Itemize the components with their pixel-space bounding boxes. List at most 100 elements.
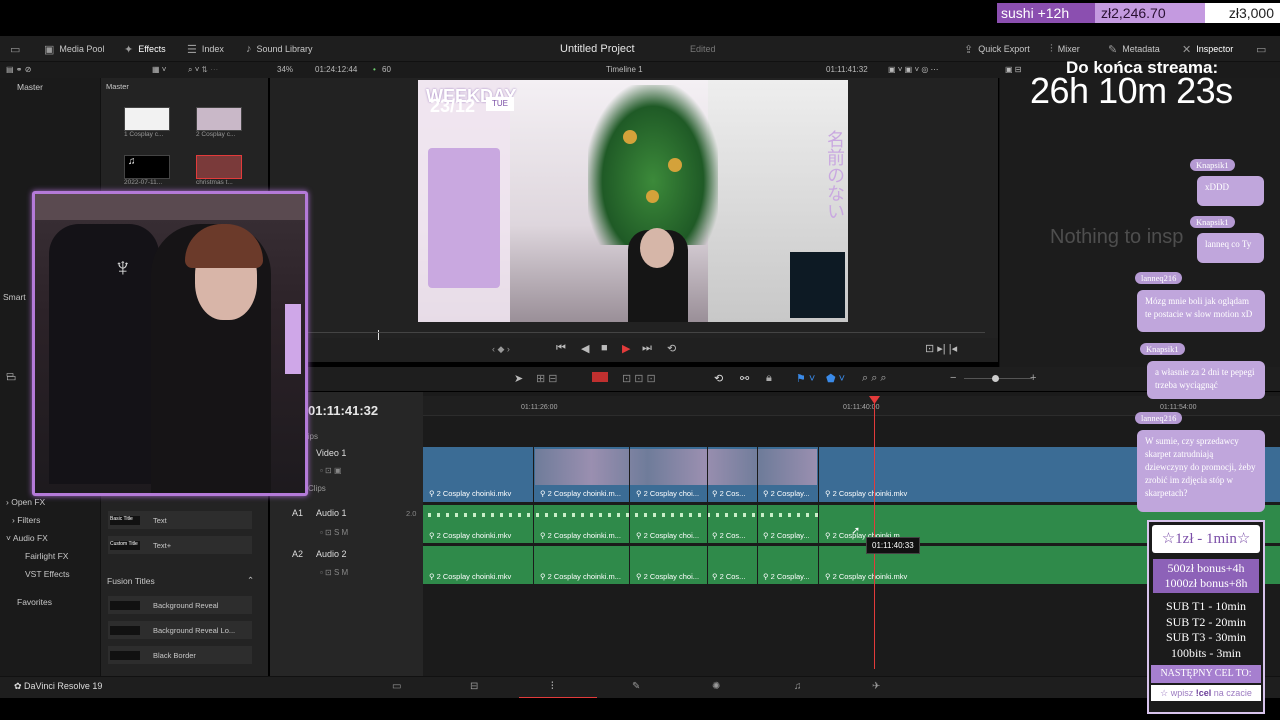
track-controls-icon[interactable]: ▫ ⊡ ▣	[320, 466, 342, 475]
smart-bins-label[interactable]: Smart	[3, 292, 26, 302]
media-thumb[interactable]: 2 Cosplay c...	[196, 107, 242, 138]
fairlight-page-icon[interactable]: ♫	[794, 681, 802, 692]
cut-page-icon[interactable]: ⊟	[470, 681, 478, 692]
layout-icon[interactable]: ▤ ⚭ ⊘	[6, 62, 31, 78]
master-label[interactable]: Master	[17, 82, 43, 92]
chat-username: lanneq216	[1135, 272, 1183, 284]
clip-thumbnails	[535, 449, 817, 485]
audio-clip[interactable]: ⚲ 2 Cosplay...	[763, 572, 810, 581]
audio-clip[interactable]: ⚲ 2 Cosplay choi...	[636, 531, 699, 540]
fusion-page-icon[interactable]: ✎	[632, 681, 640, 692]
media-thumb-audio[interactable]: ♫ 2022-07-11...	[124, 155, 170, 186]
zoom-fit-icon[interactable]: ⌕ ⌕ ⌕	[862, 372, 887, 385]
video-clip[interactable]: ⚲ 2 Cosplay choinki.mkv	[825, 489, 907, 498]
index-button[interactable]: ☰ Index	[187, 36, 224, 62]
lock-icon[interactable]: 🔒︎	[766, 372, 772, 385]
viewer-options-icon[interactable]: ▣ ˅ ▣ ˅ ◎ ⋯	[888, 62, 939, 78]
fusion-titles-header[interactable]: Fusion Titles	[107, 576, 155, 586]
zoom-slider-handle[interactable]	[992, 375, 999, 382]
frame-rate: 60	[382, 65, 391, 74]
audio-clip[interactable]: ⚲ 2 Cos...	[712, 572, 745, 581]
clip-divider	[818, 505, 819, 543]
vst-effects-item[interactable]: VST Effects	[25, 569, 70, 579]
open-fx-item[interactable]: › Open FX	[6, 497, 45, 507]
media-page-icon[interactable]: ▭	[392, 681, 401, 692]
jog-icon[interactable]: ‹ ◆ ›	[492, 344, 510, 355]
expand-icon[interactable]: ▭	[1256, 36, 1266, 62]
color-page-icon[interactable]: ✺	[712, 681, 720, 692]
audio-clip[interactable]: ⚲ 2 Cosplay choinki.mkv	[429, 572, 511, 581]
match-frame-icon[interactable]: ⊡ ▸| |◂	[925, 342, 957, 355]
fusion-title-item[interactable]: Background Reveal Lo...	[108, 621, 252, 639]
deliver-page-icon[interactable]: ✈	[872, 681, 880, 692]
play-reverse-icon[interactable]: ◀	[581, 342, 589, 355]
basic-title-item[interactable]: Basic Title Text	[108, 511, 252, 529]
grid-view-icon[interactable]: ▦ ˅	[152, 62, 166, 78]
fusion-title-item[interactable]: Background Reveal	[108, 596, 252, 614]
trim-tool-icon[interactable]: ⊞ ⊟	[536, 372, 558, 385]
audio-clip[interactable]: ⚲ 2 Cosplay choinki.m...	[540, 572, 621, 581]
audio-clip[interactable]: ⚲ 2 Cosplay choinki.m...	[540, 531, 621, 540]
loop-icon[interactable]: ⟲	[667, 342, 676, 355]
link-icon[interactable]: ⚯	[740, 372, 749, 385]
clip-divider	[629, 505, 630, 543]
scrubber-bar[interactable]	[270, 332, 985, 333]
selection-tool-icon[interactable]: ➤	[514, 372, 523, 385]
date-text: 23/12	[430, 96, 476, 116]
search-icon[interactable]: ⌕ ˅ ⇅ ⋯	[188, 62, 218, 78]
timeline-name[interactable]: Timeline 1	[606, 62, 643, 78]
sub-tier-line: SUB T2 - 20min	[1165, 614, 1247, 629]
sound-library-button[interactable]: ♪ Sound Library	[246, 36, 313, 62]
flag-icon[interactable]: ⚑ ˅	[796, 372, 815, 385]
quick-export-button[interactable]: ⇪ Quick Export	[964, 36, 1030, 62]
marker-icon[interactable]: ⬟ ˅	[826, 372, 845, 385]
inspector-toggle-icon[interactable]: ▣ ⊟	[1005, 62, 1021, 78]
next-goal-label: NASTĘPNY CEL TO:	[1151, 665, 1261, 683]
media-thumb[interactable]: christmas t...	[196, 155, 242, 186]
audio-clip[interactable]: ⚲ 2 Cosplay...	[763, 531, 810, 540]
chat-message: Knapsik1	[1190, 159, 1235, 171]
audio-clip[interactable]: ⚲ 2 Cosplay choinki.mkv	[429, 531, 511, 540]
video-clip[interactable]: ⚲ 2 Cosplay...	[763, 489, 810, 498]
inspector-icon: ✕	[1182, 43, 1192, 56]
media-pool-button[interactable]: ▣ Media Pool	[44, 36, 104, 62]
media-pool-icon: ▣	[44, 43, 55, 56]
audio-clip[interactable]: ⚲ 2 Cosplay choinki.mkv	[825, 572, 907, 581]
go-to-end-icon[interactable]: ⏭	[642, 342, 652, 355]
insert-icon[interactable]: ⊡ ⊡ ⊡	[622, 372, 656, 385]
edit-page-icon: ⫶	[551, 681, 554, 692]
zoom-out-icon[interactable]: −	[950, 372, 956, 384]
audio-clip[interactable]: ⚲ 2 Cosplay choi...	[636, 572, 699, 581]
edit-page-tab[interactable]: ⫶	[519, 677, 597, 699]
fairlight-fx-item[interactable]: Fairlight FX	[25, 551, 68, 561]
fusion-title-item[interactable]: Black Border	[108, 646, 252, 664]
toggle-icon[interactable]: ▭	[6, 371, 16, 384]
video-clip[interactable]: ⚲ 2 Cos...	[712, 489, 745, 498]
video-clip[interactable]: ⚲ 2 Cosplay choi...	[636, 489, 699, 498]
audio2-track-name: Audio 2	[316, 549, 347, 559]
stop-icon[interactable]: ■	[601, 342, 608, 354]
favorites-item[interactable]: Favorites	[17, 597, 52, 607]
panel-toggle-icon[interactable]: ▭	[10, 36, 20, 62]
effects-button[interactable]: ✦ Effects	[124, 36, 166, 62]
go-to-start-icon[interactable]: ⏮	[556, 342, 566, 355]
collapse-icon[interactable]: ⌃	[247, 575, 254, 586]
play-icon[interactable]: ▶	[622, 342, 630, 355]
video-clip[interactable]: ⚲ 2 Cosplay choinki.m...	[540, 489, 621, 498]
zoom-in-icon[interactable]: +	[1030, 372, 1036, 384]
video-preview[interactable]: WEEKDAY 23/12 TUE 名前のない	[418, 80, 848, 322]
countdown-timer: 26h 10m 23s	[1030, 70, 1233, 111]
snap-icon[interactable]: ⟲	[714, 372, 723, 385]
zoom-level[interactable]: 34%	[277, 62, 293, 78]
audio-clip[interactable]: ⚲ 2 Cos...	[712, 531, 745, 540]
media-thumb[interactable]: 1 Cosplay c...	[124, 107, 170, 138]
audio-track-name: Audio 1	[316, 508, 347, 518]
blade-tool-icon[interactable]	[592, 372, 608, 382]
audio-fx-item[interactable]: ˅ Audio FX	[6, 533, 48, 543]
video-clip[interactable]: ⚲ 2 Cosplay choinki.mkv	[429, 489, 511, 498]
playhead[interactable]	[874, 397, 875, 669]
audio-track-controls-icon[interactable]: ▫ ⊡ S M	[320, 528, 348, 537]
audio2-track-controls-icon[interactable]: ▫ ⊡ S M	[320, 568, 348, 577]
filters-item[interactable]: › Filters	[12, 515, 40, 525]
custom-title-item[interactable]: Custom Title Text+	[108, 536, 252, 554]
